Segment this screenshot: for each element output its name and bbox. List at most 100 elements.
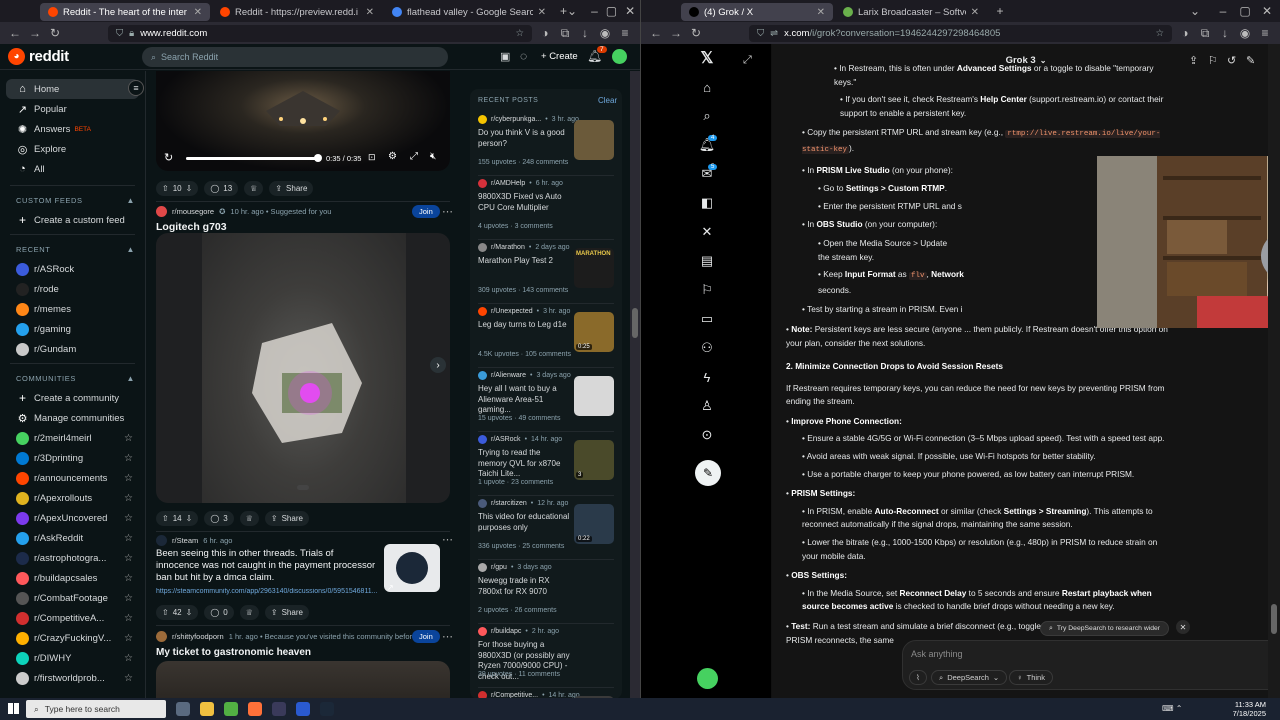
upvote-icon[interactable]: ⇧	[162, 514, 169, 523]
scrollbar-thumb[interactable]	[632, 308, 638, 338]
downloads-icon[interactable]: ↓	[578, 26, 592, 40]
browser-tab[interactable]: (4) Grok / X ✕	[681, 3, 833, 21]
community-item[interactable]: r/gaming	[6, 319, 139, 339]
recent-post-item[interactable]: r/gpu • 3 days ago Newegg trade in RX 7800x…	[470, 563, 622, 623]
award-button[interactable]: ♕	[239, 511, 259, 526]
tab-list-icon-right[interactable]: ⌄	[1188, 4, 1202, 18]
recent-post-item[interactable]: r/AMDHelp • 6 hr. ago 9800X3D Fixed vs Auto…	[470, 179, 622, 239]
community-item[interactable]: r/rode	[6, 279, 139, 299]
scrollbar-thumb[interactable]	[1271, 604, 1277, 634]
recent-section[interactable]: RECENT ▲	[0, 239, 145, 259]
communities-icon[interactable]: ⚇	[699, 340, 715, 356]
subreddit-avatar[interactable]	[156, 631, 167, 642]
community-item[interactable]: r/Gundam	[6, 339, 139, 359]
community-item[interactable]: r/DIWHY ☆	[6, 648, 139, 668]
lists-icon[interactable]: ▤	[699, 253, 715, 269]
reddit-logo[interactable]: ◕ reddit	[8, 48, 69, 65]
jobs-icon[interactable]: ▭	[699, 311, 715, 327]
subreddit-avatar[interactable]	[156, 206, 167, 217]
settings-icon[interactable]: ⚙	[388, 151, 397, 162]
video-player[interactable]: ↻ 0:35 / 0:35 ⊡ ⚙ ⤢ 🔇︎	[156, 71, 450, 171]
community-item[interactable]: r/firstworldprob... ☆	[6, 668, 139, 688]
upvote-icon[interactable]: ⇧	[162, 184, 169, 193]
next-image-button[interactable]: ›	[430, 357, 446, 373]
custom-feeds-section[interactable]: CUSTOM FEEDS ▲	[0, 190, 145, 210]
post-options-icon[interactable]: ⋯	[442, 205, 453, 218]
extensions-icon[interactable]: ⧉	[1198, 26, 1212, 41]
streaming-app-icon[interactable]	[296, 702, 310, 716]
close-tab-icon[interactable]: ✕	[366, 7, 374, 18]
sidebar-item-explore[interactable]: ◎ Explore	[6, 139, 139, 159]
bookmark-star-icon[interactable]: ☆	[515, 28, 524, 39]
forward-button[interactable]: →	[28, 26, 42, 40]
subreddit-name[interactable]: r/mousegore	[172, 207, 214, 216]
bookmark-icon[interactable]: ⚐	[1208, 54, 1218, 67]
new-tab-button[interactable]: +	[560, 4, 567, 18]
close-tab-icon[interactable]: ✕	[817, 7, 825, 18]
mute-icon[interactable]: 🔇︎	[430, 151, 436, 162]
community-item[interactable]: r/announcements ☆	[6, 468, 139, 488]
reddit-scrollbar[interactable]	[630, 71, 640, 698]
manage-communities[interactable]: ⚙ Manage communities	[6, 408, 139, 428]
community-item[interactable]: r/CombatFootage ☆	[6, 588, 139, 608]
pocket-icon[interactable]: ◑	[538, 26, 552, 40]
favorite-star-icon[interactable]: ☆	[124, 573, 133, 584]
system-clock[interactable]: 11:33 AM 7/18/2025	[1233, 700, 1266, 718]
favorite-star-icon[interactable]: ☆	[124, 513, 133, 524]
post-title[interactable]: My ticket to gastronomic heaven	[156, 647, 311, 658]
favorite-star-icon[interactable]: ☆	[124, 453, 133, 464]
grok-icon[interactable]: ◧	[699, 195, 715, 211]
downloads-icon[interactable]: ↓	[1218, 26, 1232, 40]
deepsearch-tooltip[interactable]: ⌕ Try DeepSearch to research wider	[1040, 621, 1170, 636]
upvote-icon[interactable]: ⇧	[162, 608, 169, 617]
downvote-icon[interactable]: ⇩	[186, 514, 193, 523]
history-icon[interactable]: ↺	[1227, 54, 1236, 67]
community-item[interactable]: r/buildapcsales ☆	[6, 568, 139, 588]
favorite-star-icon[interactable]: ☆	[124, 613, 133, 624]
bookmark-star-icon[interactable]: ☆	[1155, 28, 1164, 39]
browser-tab[interactable]: Larix Broadcaster – Softvelum ✕	[835, 3, 987, 21]
close-window-button-right[interactable]: ✕	[1260, 4, 1274, 18]
communities-section[interactable]: COMMUNITIES ▲	[0, 368, 145, 388]
community-item[interactable]: r/2meirl4meirl ☆	[6, 428, 139, 448]
vote-pill[interactable]: ⇧ 10 ⇩	[156, 181, 199, 196]
community-item[interactable]: r/3Dprinting ☆	[6, 448, 139, 468]
close-tab-icon[interactable]: ✕	[971, 7, 979, 18]
video-progress-bar[interactable]	[186, 157, 318, 160]
award-button[interactable]: ♕	[244, 181, 264, 196]
recent-post-item[interactable]: r/Competitive...•14 hr. agoGuild Esports…	[470, 691, 622, 698]
favorite-star-icon[interactable]: ☆	[124, 593, 133, 604]
comments-button[interactable]: ◯ 3	[204, 511, 234, 526]
share-icon[interactable]: ⇪	[1189, 54, 1198, 67]
community-item[interactable]: r/ASRock	[6, 259, 139, 279]
favorite-star-icon[interactable]: ☆	[124, 473, 133, 484]
post-options-icon[interactable]: ⋯	[442, 630, 453, 643]
user-avatar[interactable]	[612, 49, 627, 64]
menu-icon[interactable]: ≡	[618, 26, 632, 40]
browser-tab[interactable]: Reddit - https://preview.redd.i ✕	[212, 3, 382, 21]
share-button[interactable]: ⇪ Share	[264, 605, 309, 620]
account-avatar[interactable]	[697, 668, 718, 689]
video-progress-thumb[interactable]	[314, 154, 322, 162]
community-item[interactable]: r/astrophotogra... ☆	[6, 548, 139, 568]
post-title[interactable]: Logitech g703	[156, 221, 227, 233]
fullscreen-icon[interactable]: ⤢	[410, 151, 418, 162]
recent-post-item[interactable]: r/buildapc • 2 hr. ago For those buying a 9…	[470, 627, 622, 687]
new-tab-button-right[interactable]: +	[993, 4, 1007, 18]
community-item[interactable]: r/Apexrollouts ☆	[6, 488, 139, 508]
post-image[interactable]: ›	[156, 233, 450, 503]
post-link[interactable]: https://steamcommunity.com/app/2963140/d…	[156, 588, 382, 595]
recent-post-item[interactable]: r/Alienware • 3 days ago Hey all I want to …	[470, 371, 622, 431]
share-button[interactable]: ⇪ Share	[269, 181, 314, 196]
new-chat-icon[interactable]: ✎	[1246, 54, 1255, 67]
community-item[interactable]: r/memes	[6, 299, 139, 319]
advertise-icon[interactable]: ▣	[500, 50, 510, 63]
favorite-star-icon[interactable]: ☆	[124, 633, 133, 644]
back-button-right[interactable]: ←	[649, 26, 663, 40]
create-custom-feed[interactable]: + Create a custom feed	[6, 210, 139, 230]
bookmarks-icon[interactable]: ⚐	[699, 282, 715, 298]
minimize-button-right[interactable]: –	[1216, 4, 1230, 18]
sidebar-item-popular[interactable]: ↗ Popular	[6, 99, 139, 119]
back-button[interactable]: ←	[8, 26, 22, 40]
award-button[interactable]: ♕	[239, 605, 259, 620]
